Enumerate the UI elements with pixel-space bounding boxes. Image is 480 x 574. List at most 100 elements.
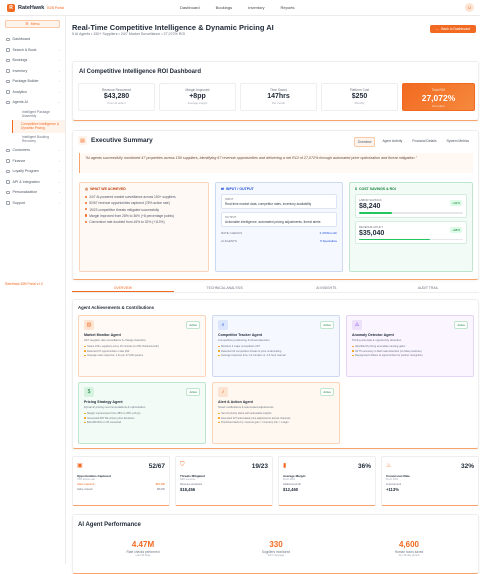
agent-name: Competitor Tracker Agent [218,333,262,337]
sidebar-item-agents-ai[interactable]: Agents AI ⌄ [0,97,65,108]
top-nav-inventory[interactable]: Inventory [248,5,264,10]
tab-audit-trail[interactable]: AUDIT TRAIL [377,284,479,292]
stat-value: 32% [460,463,474,470]
cost-progress-bar [359,238,463,240]
stat-metric: $12,460 [283,486,299,492]
top-nav-reports[interactable]: Reports [281,5,295,10]
sidebar-item-label: Loyalty Program [12,169,39,174]
tab-overview[interactable]: Overview [353,137,376,147]
cost-value: $35,040 [359,229,385,237]
dollar-icon: $ [355,187,357,191]
input-text: Real-time market data, competitor rates,… [225,202,312,206]
sidebar-item-label: Bookings [12,58,28,63]
top-nav-bookings[interactable]: Bookings [216,5,232,10]
chart-icon: ▥ [84,320,94,330]
back-button-label: Back to Dashboard [441,27,471,31]
sidebar-item-personalization[interactable]: Personalization › [0,187,65,198]
sidebar-subitem-package-assembly[interactable]: Intelligent Package Assembly [0,108,65,121]
performance-title: AI Agent Performance [78,522,141,528]
agent-bullets: Monitors 3 major competitors 24/7 Detecte… [218,345,334,357]
cost-savings-box: $ COST SAVINGS & ROI LABOR SAVINGS $8,240 +… [349,182,473,272]
input-output-box: ⇄ INPUT / OUTPUT INPUT Real-time market da… [215,182,343,272]
main-content: Real-Time Competitive Intelligence & Dyn… [66,16,480,574]
kpi-note: Monthly [354,101,365,105]
stat-value: 19/23 [251,463,268,470]
agent-card-market-monitor[interactable]: ▥ Active Market Monitor Agent 24/7 supplie… [78,315,206,377]
menu-button[interactable]: ☰ Menu [5,20,60,28]
active-badge: Active [320,388,334,396]
sidebar-item-dashboard[interactable]: Dashboard [0,34,65,45]
stat-metric: $18,456 [180,486,196,492]
sidebar-item-api[interactable]: API & Integration › [0,177,65,188]
logo-mark: R [7,3,15,12]
agent-card-alert-action[interactable]: ♪ Active Alert & Action Agent Smart notifi… [212,382,340,444]
menu-label: Menu [30,22,40,26]
stat-sub: From 16% [386,478,398,481]
perf-value: 4.47M [131,540,155,549]
agent-card-anomaly-detector[interactable]: ⚠ Active Anomaly Detector Agent Pricing an… [346,315,474,377]
stat-row-key: Value missed [77,488,93,491]
agent-card-pricing-strategy[interactable]: $ Active Pricing Strategy Agent Dynamic pr… [78,382,206,444]
perf-metric-suppliers: 330 Suppliers monitored 24/7 coverage [211,540,341,557]
input-label: INPUT [225,197,234,201]
avatar[interactable]: U [465,3,474,12]
sidebar-item-customers[interactable]: Customers › [0,145,65,156]
kpi-note: From AI action [107,101,126,105]
page-title: Real-Time Competitive Intelligence & Dyn… [72,23,274,32]
cost-percent-badge: +32% [450,200,462,206]
chart-icon [6,90,10,94]
sliders-icon [6,190,10,195]
stat-row: Value captured $65,280 [77,483,165,486]
sidebar-subitem-competitive-intelligence[interactable]: Competitive Intelligence & Dynamic Prici… [12,120,65,133]
tab-system-metrics[interactable]: System Metrics [443,137,472,147]
sidebar-item-finance[interactable]: Finance › [0,156,65,167]
alert-icon: ⚠ [352,320,362,330]
top-nav-dashboard[interactable]: Dashboard [180,5,200,10]
agent-name: Anomaly Detector Agent [352,333,394,337]
tab-agent-activity[interactable]: Agent Activity [379,137,405,147]
stat-conversion: ♨ 32% Conversion Rate From 16% Improvement… [381,456,479,506]
tab-financial-details[interactable]: Financial Details [409,137,439,147]
sidebar: ☰ Menu Dashboard Search & Book › Bookings ›… [0,16,66,564]
brand-logo[interactable]: R RateHawk B2B Portal [7,3,64,12]
list-item: Sent 8 priority alerts with actionable i… [218,412,334,415]
chevron-right-icon: › [59,89,60,94]
sidebar-subitem-booking-recovery[interactable]: Intelligent Booking Recovery [0,133,65,146]
sidebar-item-loyalty[interactable]: Loyalty Program › [0,166,65,177]
agent-card-competitor-tracker[interactable]: ⌕ Active Competitor Tracker Agent Competit… [212,315,340,377]
cost-progress-fill [359,212,393,214]
agent-bullets: Identified 8 pricing anomalies causing g… [352,345,468,357]
plug-icon [6,180,10,184]
stat-value: 52/67 [148,463,165,470]
kpi-label: Revenue Recovered [101,88,132,92]
stat-metric: +113% [386,486,399,492]
sidebar-item-bookings[interactable]: Bookings › [0,55,65,66]
chevron-down-icon: ⌄ [57,100,60,105]
stat-sub: 78% action rate [77,478,96,481]
agent-desc: Smart notifications & automated adjustme… [218,405,274,409]
sidebar-item-support[interactable]: Support › [0,198,65,209]
kpi-revenue-recovered: Revenue Recovered $43,280 From AI action [78,83,155,111]
sidebar-item-package-builder[interactable]: Package Builder › [0,76,65,87]
stat-margin: ▮ 36% Average Margin From 28% Additional p… [278,456,376,506]
roi-title: AI Competitive Intelligence ROI Dashboar… [79,69,202,75]
tab-technical-analysis[interactable]: TECHNICAL ANALYSIS [174,284,276,292]
tab-ai-insights[interactable]: AI INSIGHTS [276,284,378,292]
perf-note: 24/7 coverage [267,554,285,557]
kpi-platform-cost: Platform Cost $250 Monthly [321,83,398,111]
back-to-dashboard-button[interactable]: ← Back to Dashboard [430,25,476,33]
sidebar-item-inventory[interactable]: Inventory › [0,66,65,77]
active-badge: Active [320,321,334,329]
chevron-right-icon: › [59,68,60,73]
kpi-label: Platform Cost [349,88,370,92]
gift-icon [6,169,10,174]
executive-tabs: Overview Agent Activity Financial Detail… [353,137,472,147]
list-item: Average response time: 12 minutes vs. 4-… [218,354,334,357]
io-row-rate-checks: RATE CHECKS 4.47M/month [221,231,337,235]
sidebar-item-search[interactable]: Search & Book › [0,45,65,56]
agent-achievements-card: Agent Achievements & Contributions ▥ Acti… [72,299,479,449]
sidebar-item-label: Dashboard [12,37,31,42]
agent-bullets: Sent 8 priority alerts with actionable i… [218,412,334,424]
tab-overview-detail[interactable]: OVERVIEW [72,284,174,292]
sidebar-item-analytics[interactable]: Analytics › [0,87,65,98]
